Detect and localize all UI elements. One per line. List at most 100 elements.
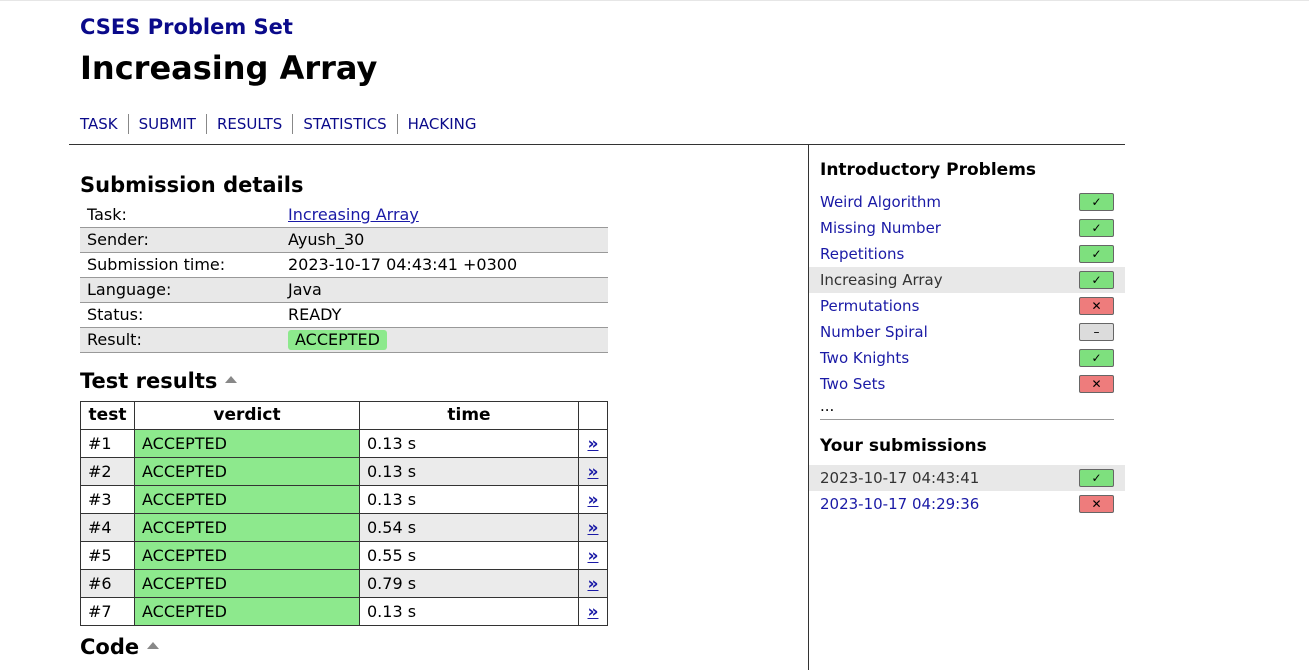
header-divider [69, 144, 1125, 145]
view-test-link[interactable]: » [588, 602, 599, 622]
test-verdict: ACCEPTED [134, 569, 360, 598]
test-time: 0.13 s [359, 597, 579, 626]
test-number: #7 [80, 597, 135, 626]
sidebar-problem-item[interactable]: Permutations ✕ [809, 293, 1125, 319]
task-link[interactable]: Increasing Array [288, 205, 419, 224]
details-label: Task: [80, 203, 281, 228]
status-ok-icon: ✓ [1079, 219, 1114, 237]
test-number: #4 [80, 513, 135, 542]
test-link-cell: » [578, 513, 608, 542]
problem-link[interactable]: Increasing Array [820, 271, 943, 289]
details-value: Increasing Array [281, 203, 608, 228]
test-link-cell: » [578, 569, 608, 598]
sidebar: Introductory Problems Weird Algorithm ✓ Mi… [809, 155, 1125, 517]
test-verdict: ACCEPTED [134, 485, 360, 514]
details-label: Language: [80, 277, 281, 303]
nav-results[interactable]: RESULTS [205, 114, 292, 134]
code-heading[interactable]: Code [80, 632, 160, 662]
sidebar-problem-item[interactable]: Number Spiral – [809, 319, 1125, 345]
problem-nav: TASK SUBMIT RESULTS STATISTICS HACKING [80, 114, 487, 134]
sidebar-problem-item[interactable]: Two Sets ✕ [809, 371, 1125, 397]
result-badge: ACCEPTED [288, 330, 387, 350]
col-test: test [80, 401, 135, 430]
problem-link[interactable]: Permutations [820, 297, 919, 315]
details-row-status: Status: READY [80, 302, 608, 328]
details-row-sender: Sender: Ayush_30 [80, 227, 608, 253]
test-time: 0.79 s [359, 569, 579, 598]
test-number: #5 [80, 541, 135, 570]
site-title-link[interactable]: CSES Problem Set [80, 12, 377, 42]
sidebar-problem-item[interactable]: Two Knights ✓ [809, 345, 1125, 371]
test-time: 0.13 s [359, 457, 579, 486]
test-verdict: ACCEPTED [134, 541, 360, 570]
status-none-icon: – [1079, 323, 1114, 341]
submission-details-heading: Submission details [80, 173, 304, 197]
sidebar-problem-item[interactable]: Increasing Array ✓ [809, 267, 1125, 293]
nav-submit[interactable]: SUBMIT [127, 114, 206, 134]
test-time: 0.55 s [359, 541, 579, 570]
view-test-link[interactable]: » [588, 462, 599, 482]
details-row-result: Result: ACCEPTED [80, 327, 608, 353]
details-value: ACCEPTED [281, 327, 608, 353]
main-content: Submission details Task: Increasing Arra… [80, 170, 780, 626]
nav-task[interactable]: TASK [80, 114, 128, 134]
test-verdict: ACCEPTED [134, 429, 360, 458]
status-bad-icon: ✕ [1079, 297, 1114, 315]
sidebar-problem-item[interactable]: Weird Algorithm ✓ [809, 189, 1125, 215]
nav-hacking[interactable]: HACKING [396, 114, 487, 134]
problem-list: Weird Algorithm ✓ Missing Number ✓ Repetitio… [809, 189, 1125, 397]
submission-details-table: Task: Increasing Array Sender: Ayush_30 … [80, 203, 608, 353]
test-verdict: ACCEPTED [134, 513, 360, 542]
problem-link[interactable]: Two Knights [820, 349, 909, 367]
test-verdict: ACCEPTED [134, 597, 360, 626]
problem-link[interactable]: Missing Number [820, 219, 941, 237]
test-link-cell: » [578, 541, 608, 570]
submissions-list: 2023-10-17 04:43:41 ✓ 2023-10-17 04:29:36 ✕ [809, 465, 1125, 517]
problem-link[interactable]: Number Spiral [820, 323, 928, 341]
test-link-cell: » [578, 457, 608, 486]
collapse-caret-icon[interactable] [147, 641, 160, 649]
test-time: 0.54 s [359, 513, 579, 542]
test-results-title: Test results [80, 369, 218, 393]
view-test-link[interactable]: » [588, 490, 599, 510]
sidebar-problem-item[interactable]: Repetitions ✓ [809, 241, 1125, 267]
submission-link[interactable]: 2023-10-17 04:29:36 [820, 495, 979, 513]
view-test-link[interactable]: » [588, 546, 599, 566]
test-results-header-row: test verdict time [80, 401, 608, 430]
code-title: Code [80, 635, 140, 659]
problem-link[interactable]: Weird Algorithm [820, 193, 941, 211]
col-link [578, 401, 608, 430]
top-border [0, 0, 1309, 1]
test-link-cell: » [578, 597, 608, 626]
collapse-caret-icon[interactable] [225, 375, 238, 383]
test-row: #5 ACCEPTED 0.55 s » [80, 541, 608, 570]
test-number: #1 [80, 429, 135, 458]
view-test-link[interactable]: » [588, 574, 599, 594]
test-number: #2 [80, 457, 135, 486]
test-results-heading[interactable]: Test results [80, 366, 780, 396]
view-test-link[interactable]: » [588, 434, 599, 454]
view-test-link[interactable]: » [588, 518, 599, 538]
nav-statistics[interactable]: STATISTICS [292, 114, 396, 134]
details-label: Status: [80, 302, 281, 328]
status-ok-icon: ✓ [1079, 271, 1114, 289]
problem-link[interactable]: Two Sets [820, 375, 885, 393]
details-label: Submission time: [80, 252, 281, 278]
sidebar-divider-line [820, 419, 1114, 420]
details-value: Java [281, 277, 608, 303]
details-row-task: Task: Increasing Array [80, 203, 608, 228]
problem-link[interactable]: Repetitions [820, 245, 904, 263]
your-submissions-title: Your submissions [820, 436, 987, 456]
submission-item[interactable]: 2023-10-17 04:43:41 ✓ [809, 465, 1125, 491]
status-ok-icon: ✓ [1079, 469, 1114, 487]
sidebar-problem-item[interactable]: Missing Number ✓ [809, 215, 1125, 241]
submission-link[interactable]: 2023-10-17 04:43:41 [820, 469, 979, 487]
submission-item[interactable]: 2023-10-17 04:29:36 ✕ [809, 491, 1125, 517]
status-ok-icon: ✓ [1079, 245, 1114, 263]
test-row: #3 ACCEPTED 0.13 s » [80, 485, 608, 514]
status-bad-icon: ✕ [1079, 495, 1114, 513]
test-number: #6 [80, 569, 135, 598]
test-verdict: ACCEPTED [134, 457, 360, 486]
sidebar-section-title: Introductory Problems [820, 160, 1037, 180]
test-row: #6 ACCEPTED 0.79 s » [80, 569, 608, 598]
